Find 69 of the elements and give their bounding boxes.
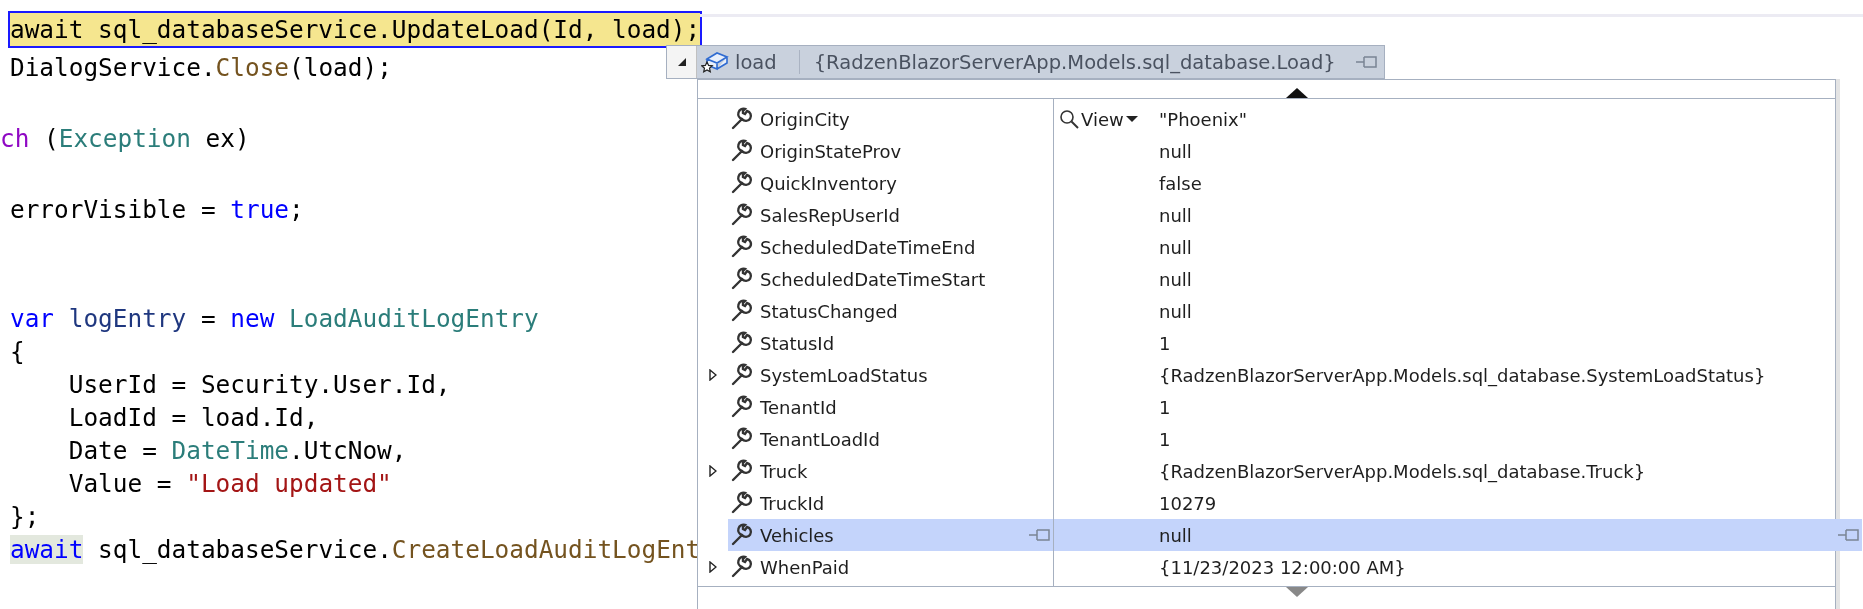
property-name[interactable]: OriginStateProv <box>728 135 1053 167</box>
wrench-icon <box>730 331 754 355</box>
caret-icon <box>1125 115 1138 123</box>
scroll-down-icon[interactable] <box>1285 587 1308 597</box>
expand-arrow-icon[interactable] <box>709 369 717 381</box>
property-name[interactable]: TruckId <box>728 487 1053 519</box>
property-name[interactable]: TenantId <box>728 391 1053 423</box>
code-line: { <box>10 336 25 368</box>
property-value: null <box>1158 235 1193 260</box>
view-button[interactable]: View <box>1059 105 1155 133</box>
property-value: {11/23/2023 12:00:00 AM} <box>1158 555 1407 580</box>
triangle-icon <box>676 57 687 67</box>
property-name[interactable]: TenantLoadId <box>728 423 1053 455</box>
property-value: {RadzenBlazorServerApp.Models.sql_database.SystemLoadStatus} <box>1158 363 1767 389</box>
code-line: var logEntry = new LoadAuditLogEntry <box>10 303 539 335</box>
property-name[interactable]: ScheduledDateTimeEnd <box>728 231 1053 263</box>
expand-arrow-icon[interactable] <box>709 561 717 573</box>
wrench-icon <box>730 395 754 419</box>
wrench-icon <box>730 139 754 163</box>
code-line: UserId = Security.User.Id, <box>67 369 451 401</box>
property-value: false <box>1158 171 1203 196</box>
wrench-icon <box>730 491 754 515</box>
code-line: await sql_databaseService.CreateLoadAuditLogEnt <box>10 534 701 566</box>
code-line: LoadId = load.Id, <box>67 402 319 434</box>
wrench-icon <box>730 171 754 195</box>
property-name[interactable]: WhenPaid <box>728 551 1053 583</box>
property-name[interactable]: QuickInventory <box>728 167 1053 199</box>
property-name[interactable]: OriginCity <box>728 103 1053 135</box>
wrench-icon <box>730 235 754 259</box>
wrench-icon <box>730 203 754 227</box>
wrench-icon <box>730 523 754 547</box>
property-value: null <box>1158 267 1193 292</box>
property-value: View "Phoenix" <box>1054 103 1835 135</box>
search-icon <box>1059 109 1079 129</box>
property-name[interactable]: Vehicles <box>728 519 1053 551</box>
object-icon <box>701 49 729 75</box>
property-value: 10279 <box>1158 491 1218 516</box>
wrench-icon <box>730 267 754 291</box>
code-line: errorVisible = true; <box>10 194 304 226</box>
property-value: null <box>1158 203 1193 228</box>
property-value: null <box>1158 299 1193 324</box>
property-name[interactable]: StatusChanged <box>728 295 1053 327</box>
property-name[interactable]: Truck <box>728 455 1053 487</box>
code-line: ch (Exception ex) <box>0 123 250 155</box>
variable-name: load <box>735 50 777 74</box>
property-value: 1 <box>1158 395 1172 420</box>
property-name[interactable]: SalesRepUserId <box>728 199 1053 231</box>
variable-value: {RadzenBlazorServerApp.Models.sql_database.Load} <box>813 50 1337 74</box>
property-name[interactable]: SystemLoadStatus <box>728 359 1053 391</box>
wrench-icon <box>730 555 754 579</box>
property-value: 1 <box>1158 331 1172 356</box>
property-value: {RadzenBlazorServerApp.Models.sql_database.Truck} <box>1158 459 1647 485</box>
code-line: Value = "Load updated" <box>67 468 392 500</box>
property-name[interactable]: ScheduledDateTimeStart <box>728 263 1053 295</box>
wrench-icon <box>730 363 754 387</box>
property-name[interactable]: StatusId <box>728 327 1053 359</box>
code-line: }; <box>10 501 40 533</box>
property-value: null <box>1054 519 1862 551</box>
wrench-icon <box>730 299 754 323</box>
expand-arrow-icon[interactable] <box>709 465 717 477</box>
wrench-icon <box>730 427 754 451</box>
code-line: DialogService.Close(load); <box>10 52 392 84</box>
collapse-toggle[interactable] <box>667 46 697 78</box>
property-value: null <box>1158 139 1193 164</box>
wrench-icon <box>730 459 754 483</box>
wrench-icon <box>730 107 754 131</box>
scroll-up-icon[interactable] <box>1285 88 1308 98</box>
property-value: 1 <box>1158 427 1172 452</box>
code-line: Date = DateTime.UtcNow, <box>67 435 407 467</box>
